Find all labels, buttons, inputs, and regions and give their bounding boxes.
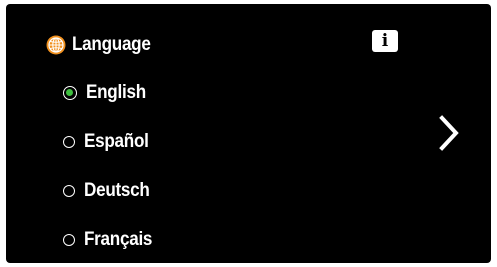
language-option-francais[interactable]: Français xyxy=(63,225,160,255)
radio-unselected[interactable] xyxy=(63,136,75,148)
language-option-label: Deutsch xyxy=(84,180,150,201)
language-option-label: English xyxy=(86,82,146,103)
info-button[interactable]: i xyxy=(372,30,398,52)
language-option-english[interactable]: English xyxy=(63,78,160,108)
chevron-right-icon xyxy=(439,115,459,151)
language-options-list: English Español Deutsch Français xyxy=(63,78,160,263)
next-button[interactable] xyxy=(434,114,464,152)
language-option-deutsch[interactable]: Deutsch xyxy=(63,176,160,206)
radio-unselected[interactable] xyxy=(63,234,75,246)
language-option-espanol[interactable]: Español xyxy=(63,127,160,157)
language-settings-screen: Language i English Español Deutsch Franç… xyxy=(6,4,491,263)
page-title: Language xyxy=(72,34,151,55)
radio-unselected[interactable] xyxy=(63,185,75,197)
language-option-label: Français xyxy=(84,229,153,250)
language-option-label: Español xyxy=(84,131,149,152)
radio-selected[interactable] xyxy=(63,86,77,100)
globe-icon xyxy=(46,35,66,55)
info-icon: i xyxy=(381,30,389,51)
language-header: Language xyxy=(46,34,159,56)
